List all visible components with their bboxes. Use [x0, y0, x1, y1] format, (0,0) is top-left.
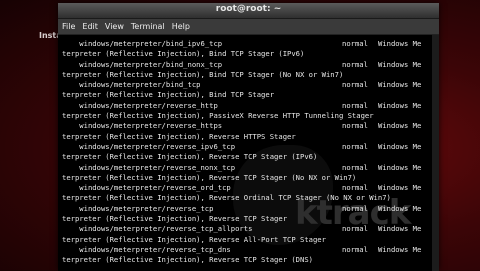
terminal-line: terpreter (Reflective Injection), Revers…: [62, 132, 437, 142]
menu-bar: File Edit View Terminal Help: [58, 19, 439, 35]
line-rank: normal: [342, 39, 368, 48]
line-plat: Windows Me: [378, 203, 422, 213]
terminal-line: windows/meterpreter/reverse_tcp_dns norma…: [62, 245, 437, 255]
terminal-line: windows/meterpreter/bind_tcp normal Window…: [62, 80, 437, 90]
scrollbar[interactable]: [432, 35, 439, 271]
terminal-line: windows/meterpreter/reverse_tcp normal Win…: [62, 204, 437, 214]
menu-terminal[interactable]: Terminal: [131, 22, 165, 31]
line-name: terpreter (Reflective Injection), Passiv…: [62, 111, 374, 121]
line-name: windows/meterpreter/bind_tcp: [62, 80, 201, 90]
line-rank: normal: [342, 141, 368, 151]
terminal-line: terpreter (Reflective Injection), Bind T…: [62, 70, 437, 80]
menu-edit[interactable]: Edit: [82, 22, 98, 31]
terminal-line: windows/meterpreter/reverse_ord_tcp norma…: [62, 183, 437, 193]
terminal-line: windows/meterpreter/reverse_https normal W…: [62, 121, 437, 131]
terminal-line: windows/meterpreter/reverse_tcp_allports…: [62, 224, 437, 234]
menu-file[interactable]: File: [62, 22, 75, 31]
line-rank: normal: [342, 203, 368, 213]
line-name: terpreter (Reflective Injection), Revers…: [62, 255, 313, 265]
terminal-line: terpreter (Reflective Injection), Revers…: [62, 193, 437, 203]
line-rank: normal: [342, 59, 368, 69]
line-plat: Windows Me: [378, 183, 422, 193]
line-name: windows/meterpreter/bind_nonx_tcp: [62, 59, 223, 69]
line-name: terpreter (Reflective Injection), Revers…: [62, 172, 357, 182]
menu-view[interactable]: View: [105, 22, 124, 31]
line-plat: Windows Me: [378, 162, 422, 172]
terminal-line: terpreter (Reflective Injection), Revers…: [62, 255, 437, 265]
line-name: windows/meterpreter/reverse_ord_tcp: [62, 183, 231, 193]
line-plat: Windows Me: [378, 100, 422, 110]
terminal-line: terpreter (Reflective Injection), Bind T…: [62, 49, 437, 59]
line-plat: Windows Me: [378, 80, 422, 90]
line-rank: normal: [342, 100, 368, 110]
line-name: windows/meterpreter/reverse_tcp_allports: [62, 224, 253, 234]
line-name: terpreter (Reflective Injection), Bind T…: [62, 69, 344, 79]
line-name: windows/meterpreter/reverse_nonx_tcp: [62, 162, 236, 172]
line-name: terpreter (Reflective Injection), Bind T…: [62, 49, 305, 59]
line-rank: normal: [342, 224, 368, 234]
line-plat: Windows Me: [378, 39, 422, 48]
line-rank: normal: [342, 183, 368, 193]
terminal-line: windows/meterpreter/reverse_nonx_tcp norm…: [62, 163, 437, 173]
line-name: windows/meterpreter/reverse_http: [62, 100, 218, 110]
terminal-line: terpreter (Reflective Injection), Revers…: [62, 152, 437, 162]
line-name: windows/meterpreter/reverse_tcp: [62, 203, 214, 213]
terminal-line: windows/meterpreter/bind_ipv6_tcp normal W…: [62, 39, 437, 49]
terminal-line: terpreter (Reflective Injection), Passiv…: [62, 111, 437, 121]
line-plat: Windows Me: [378, 244, 422, 254]
line-name: terpreter (Reflective Injection), Revers…: [62, 234, 326, 244]
line-name: windows/meterpreter/bind_ipv6_tcp: [62, 39, 223, 48]
terminal-line: terpreter (Reflective Injection), Revers…: [62, 235, 437, 245]
terminal-line: windows/meterpreter/bind_nonx_tcp normal W…: [62, 60, 437, 70]
line-rank: normal: [342, 80, 368, 90]
line-name: windows/meterpreter/reverse_tcp_dns: [62, 244, 231, 254]
terminal-line: terpreter (Reflective Injection), Revers…: [62, 173, 437, 183]
terminal-window: root@root: ~ File Edit View Terminal Hel…: [58, 3, 439, 271]
line-name: windows/meterpreter/reverse_https: [62, 121, 223, 131]
terminal-output[interactable]: ktrack windows/meterpreter/bind_ipv6_tcp…: [58, 35, 439, 271]
menu-help[interactable]: Help: [172, 22, 190, 31]
line-rank: normal: [342, 244, 368, 254]
terminal-line: windows/meterpreter/reverse_ipv6_tcp norm…: [62, 142, 437, 152]
terminal-line: terpreter (Reflective Injection), Bind T…: [62, 90, 437, 100]
line-plat: Windows Me: [378, 59, 422, 69]
line-rank: normal: [342, 162, 368, 172]
terminal-line: terpreter (Reflective Injection), Revers…: [62, 214, 437, 224]
terminal-lines: windows/meterpreter/bind_ipv6_tcp normal W…: [62, 39, 437, 266]
line-name: terpreter (Reflective Injection), Revers…: [62, 193, 391, 203]
line-name: terpreter (Reflective Injection), Bind T…: [62, 90, 275, 100]
line-name: terpreter (Reflective Injection), Revers…: [62, 131, 296, 141]
window-title: root@root: ~: [215, 4, 282, 14]
line-name: terpreter (Reflective Injection), Revers…: [62, 152, 318, 162]
line-plat: Windows Me: [378, 141, 422, 151]
line-rank: normal: [342, 121, 368, 131]
line-name: terpreter (Reflective Injection), Revers…: [62, 214, 288, 224]
line-name: windows/meterpreter/reverse_ipv6_tcp: [62, 141, 236, 151]
line-plat: Windows Me: [378, 121, 422, 131]
line-plat: Windows Me: [378, 224, 422, 234]
terminal-line: windows/meterpreter/reverse_http normal Wi…: [62, 101, 437, 111]
title-bar[interactable]: root@root: ~: [58, 3, 439, 19]
